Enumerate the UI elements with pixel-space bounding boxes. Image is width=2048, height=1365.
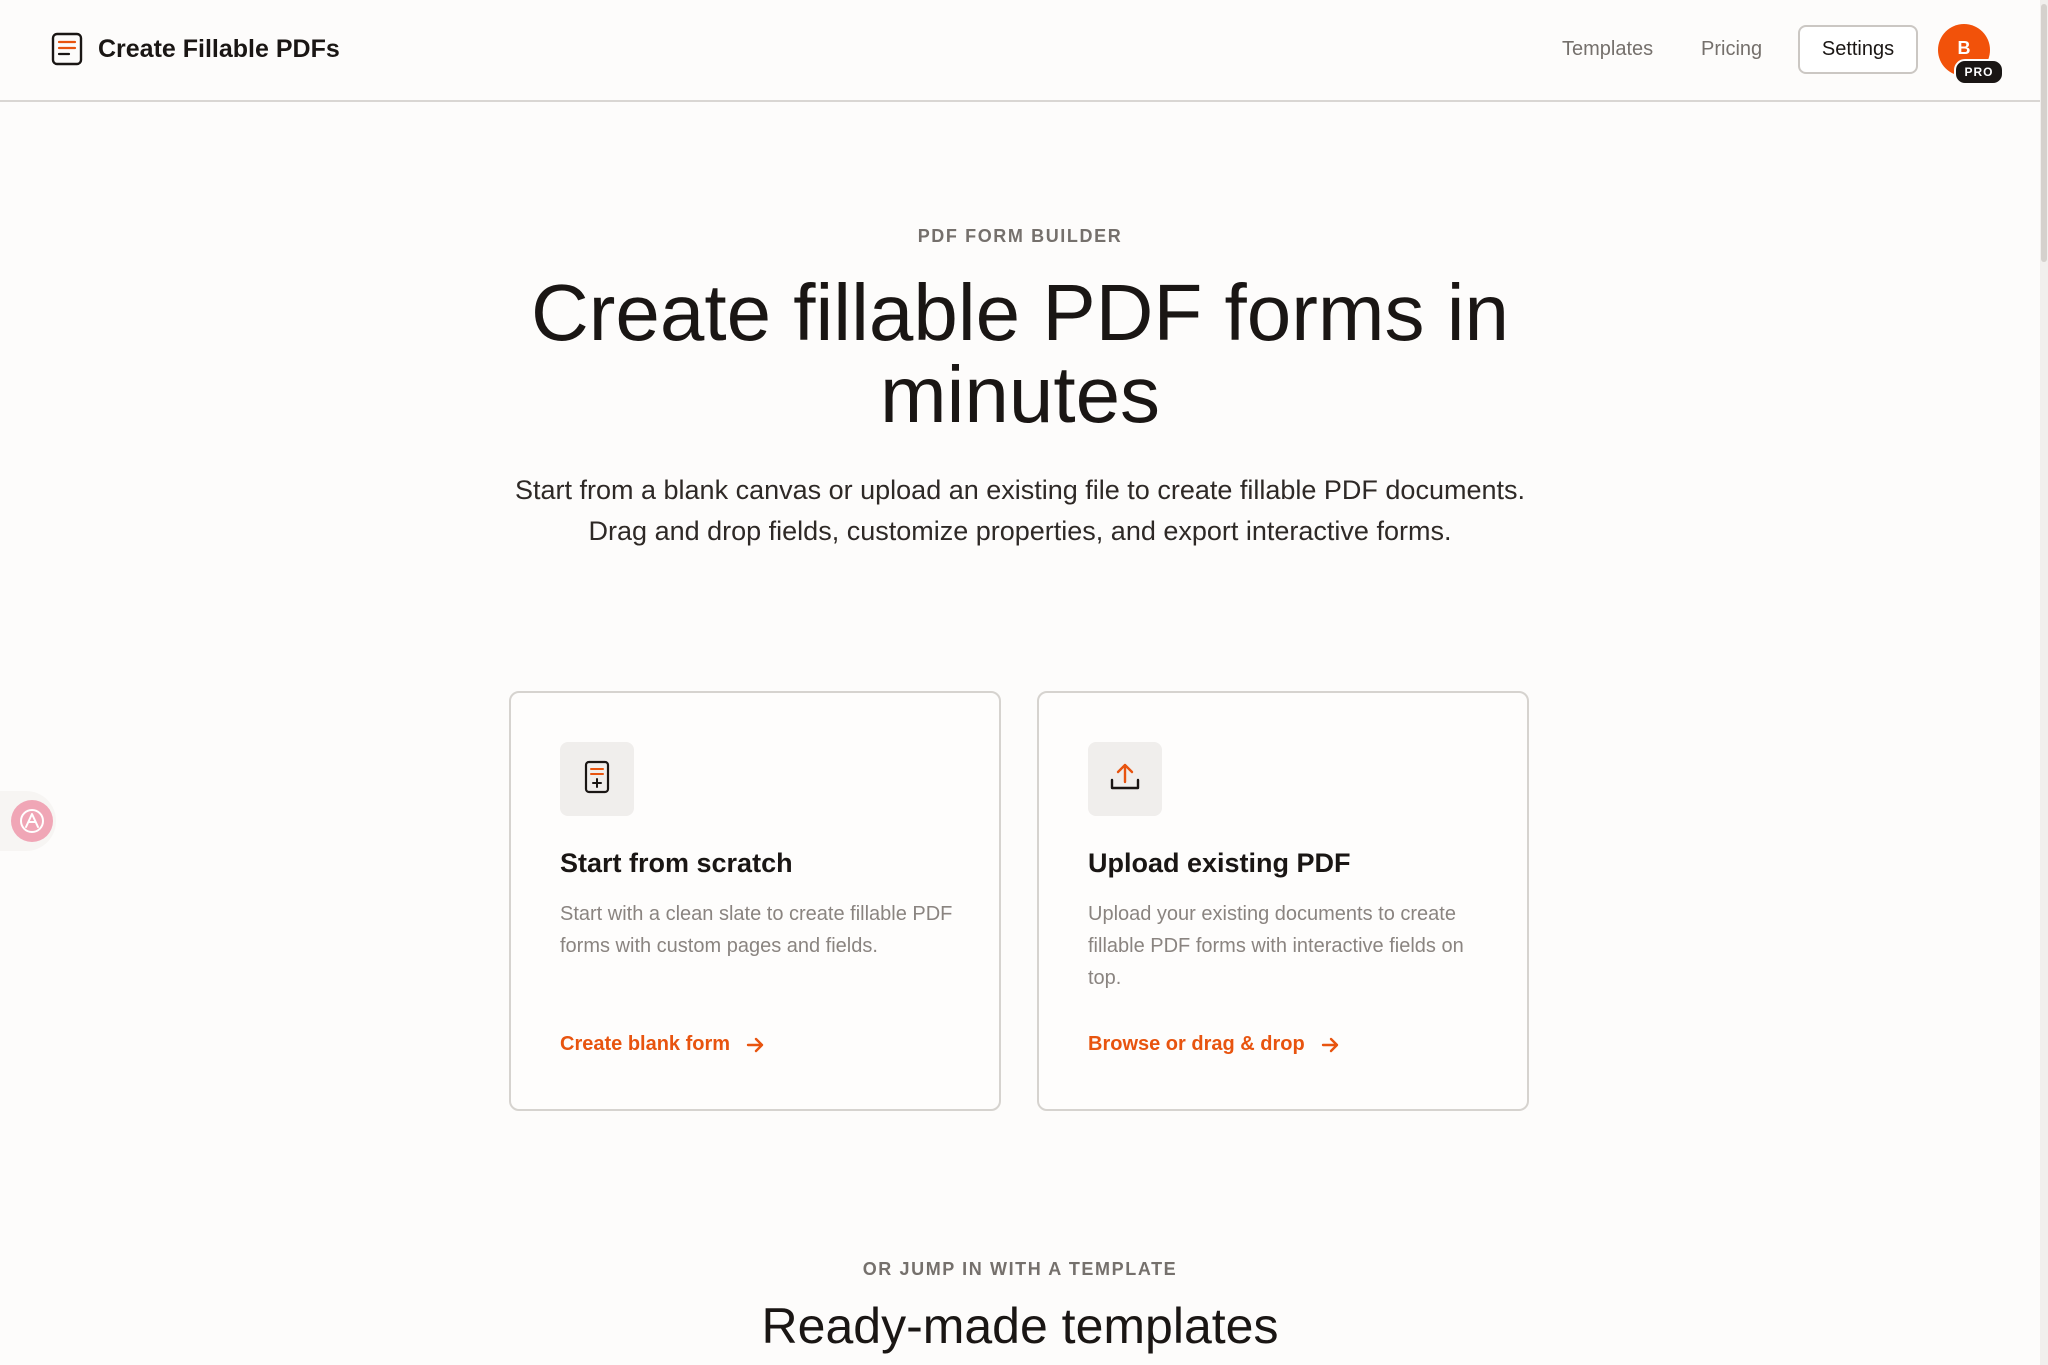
- card-description: Upload your existing documents to create…: [1088, 903, 1464, 989]
- hero-subtitle: Start from a blank canvas or upload an e…: [514, 475, 1525, 546]
- arrow-right-icon: [746, 1037, 764, 1052]
- templates-section-title: Ready-made templates: [761, 1298, 1279, 1354]
- accessibility-widget[interactable]: [0, 791, 56, 851]
- card-title: Upload existing PDF: [1088, 848, 1351, 878]
- start-from-scratch-card[interactable]: Start from scratch Start with a clean sl…: [509, 691, 1001, 1111]
- browse-or-drag-drop-link[interactable]: Browse or drag & drop: [1088, 1033, 1341, 1056]
- scrollbar-thumb[interactable]: [2041, 4, 2047, 262]
- hero-title: Create fillable PDF forms in minutes: [530, 268, 1510, 439]
- document-icon: [582, 760, 612, 799]
- card-description: Start with a clean slate to create filla…: [560, 903, 953, 957]
- scrollbar[interactable]: [2040, 0, 2048, 1365]
- card-icon-box: [560, 742, 634, 816]
- nav-templates-link[interactable]: Templates: [1562, 38, 1653, 61]
- card-link-label: Create blank form: [560, 1033, 731, 1055]
- hero-eyebrow: PDF FORM BUILDER: [917, 226, 1123, 246]
- nav-pricing-link[interactable]: Pricing: [1701, 38, 1762, 61]
- top-header: Create Fillable PDFs Templates Pricing S…: [0, 0, 2040, 102]
- card-icon-box: [1088, 742, 1162, 816]
- accessibility-icon: [11, 800, 53, 842]
- upload-existing-pdf-card[interactable]: Upload existing PDF Upload your existing…: [1037, 691, 1529, 1111]
- card-title: Start from scratch: [560, 848, 793, 878]
- settings-button[interactable]: Settings: [1798, 25, 1918, 74]
- card-link-label: Browse or drag & drop: [1088, 1033, 1305, 1055]
- upload-icon: [1108, 760, 1142, 799]
- pro-badge: PRO: [1954, 59, 2004, 85]
- templates-eyebrow: OR JUMP IN WITH A TEMPLATE: [862, 1259, 1178, 1279]
- create-blank-form-link[interactable]: Create blank form: [560, 1033, 766, 1056]
- document-logo-icon: [50, 32, 84, 66]
- arrow-right-icon: [1321, 1037, 1338, 1052]
- brand[interactable]: Create Fillable PDFs: [50, 32, 340, 66]
- brand-title: Create Fillable PDFs: [98, 34, 340, 63]
